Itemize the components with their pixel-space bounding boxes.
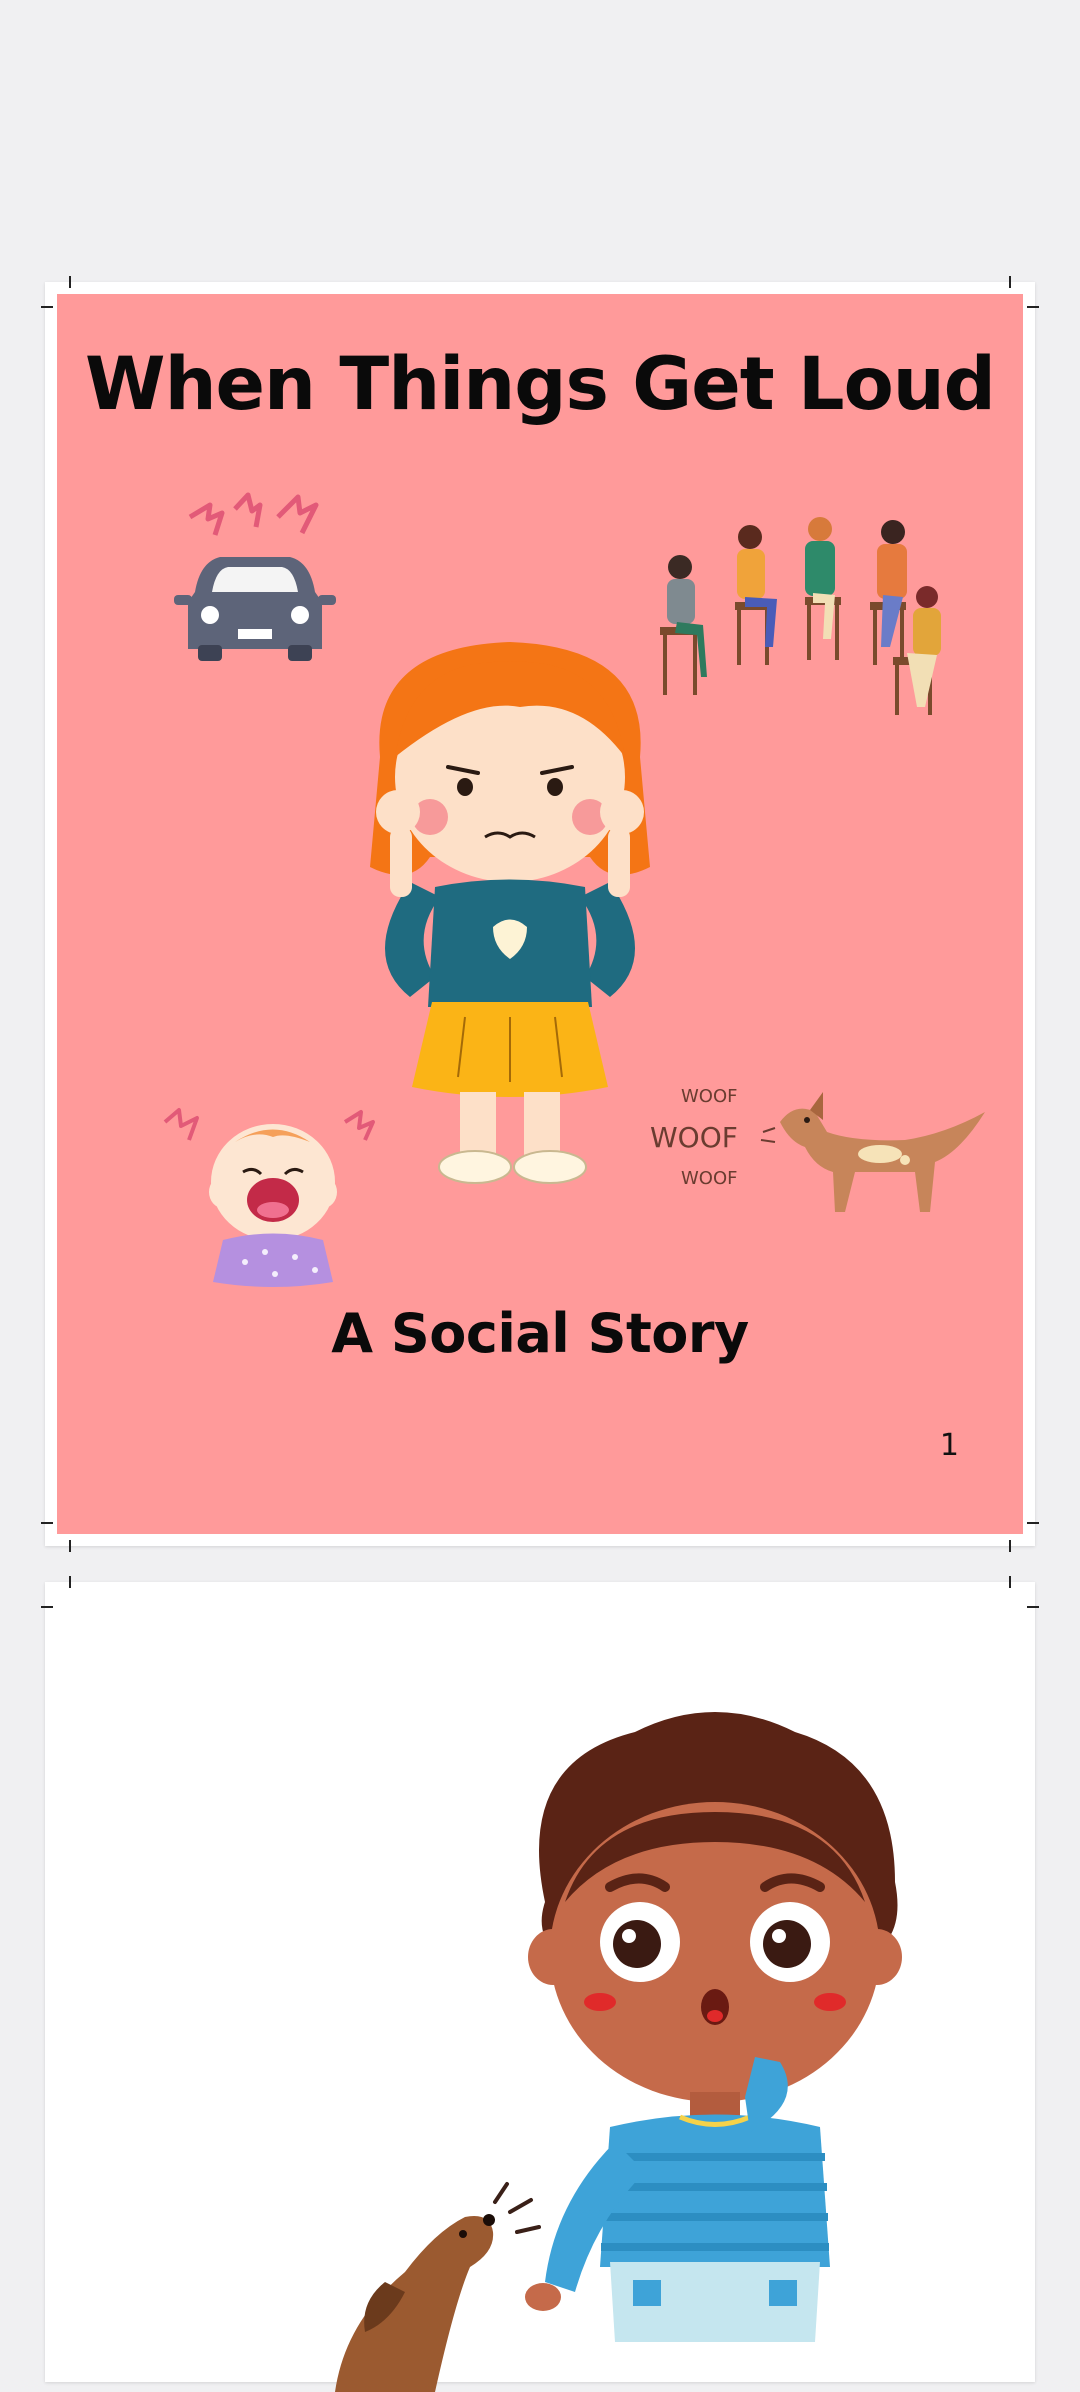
document-page-2 bbox=[41, 1576, 1039, 2392]
woof-text: WOOF bbox=[650, 1121, 738, 1154]
crop-mark bbox=[1009, 1576, 1011, 1588]
crying-baby-icon bbox=[163, 1108, 375, 1287]
page-number: 1 bbox=[939, 1428, 959, 1463]
crop-mark bbox=[1027, 306, 1039, 308]
crop-mark bbox=[1027, 1606, 1039, 1608]
woof-text: WOOF bbox=[681, 1086, 738, 1107]
woof-text: WOOF bbox=[681, 1168, 738, 1189]
crop-mark bbox=[41, 1606, 53, 1608]
girl-covering-ears-icon bbox=[370, 642, 650, 1184]
crop-mark bbox=[1009, 276, 1011, 288]
crop-mark bbox=[1027, 1522, 1039, 1524]
crop-mark bbox=[41, 306, 53, 308]
cover-title: When Things Get Loud bbox=[85, 342, 996, 427]
cover-subtitle: A Social Story bbox=[331, 1302, 749, 1365]
crop-mark bbox=[41, 1522, 53, 1524]
car-honking-icon bbox=[174, 492, 336, 661]
barking-puppy-icon bbox=[335, 2182, 541, 2392]
group-talking-icon bbox=[660, 517, 941, 715]
crop-mark bbox=[69, 276, 71, 288]
document-page-1: When Things Get Loud WOOF WOOF WOOF A So… bbox=[41, 276, 1039, 1552]
crop-mark bbox=[1009, 1540, 1011, 1552]
crop-mark bbox=[69, 1540, 71, 1552]
barking-dog-icon: WOOF WOOF WOOF bbox=[650, 1086, 985, 1212]
crop-mark bbox=[69, 1576, 71, 1588]
